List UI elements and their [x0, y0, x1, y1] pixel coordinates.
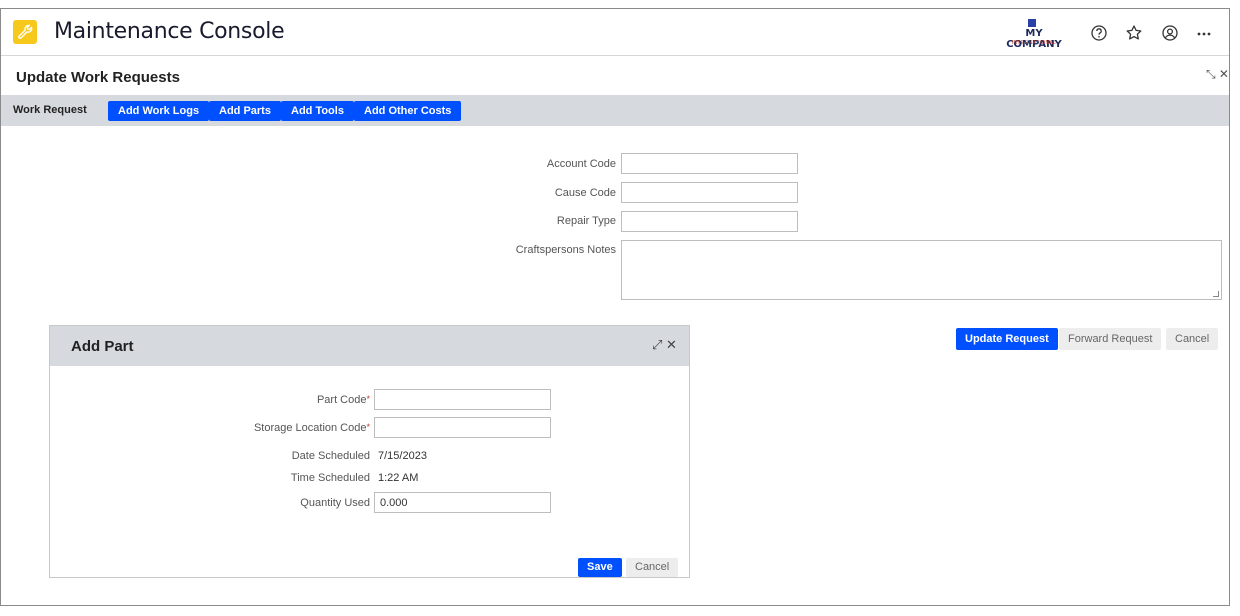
- company-logo: MY COMPANY INTERNATIONAL: [996, 19, 1072, 50]
- app-header: Maintenance Console MY COMPANY INTERNATI…: [1, 9, 1229, 56]
- add-part-dialog: Add Part ⤢ ✕ Part Code* Storage Location…: [49, 325, 690, 578]
- quantity-used-input[interactable]: [374, 492, 551, 513]
- date-scheduled-label: Date Scheduled: [291, 450, 370, 462]
- dialog-header: Add Part ⤢ ✕: [50, 326, 689, 366]
- repair-type-label: Repair Type: [556, 215, 616, 227]
- part-code-input[interactable]: [374, 389, 551, 410]
- page-title-bar: Update Work Requests ⤡ ✕: [1, 57, 1229, 95]
- help-icon[interactable]: [1089, 23, 1109, 43]
- cause-code-input[interactable]: [621, 182, 798, 203]
- quantity-used-label: Quantity Used: [300, 497, 370, 509]
- required-mark: *: [366, 422, 370, 432]
- account-code-input[interactable]: [621, 153, 798, 174]
- dialog-window-controls[interactable]: ⤢ ✕: [652, 337, 677, 353]
- add-parts-button[interactable]: Add Parts: [209, 101, 281, 121]
- add-tools-button[interactable]: Add Tools: [281, 101, 354, 121]
- update-request-button[interactable]: Update Request: [956, 328, 1058, 350]
- app-window: Maintenance Console MY COMPANY INTERNATI…: [0, 8, 1230, 606]
- building-icon: [1028, 19, 1036, 27]
- page-title: Update Work Requests: [16, 69, 180, 86]
- repair-type-input[interactable]: [621, 211, 798, 232]
- page-window-controls[interactable]: ⤡ ✕: [1206, 67, 1229, 82]
- craftspersons-notes-textarea[interactable]: [621, 240, 1222, 300]
- storage-location-code-label: Storage Location Code*: [253, 422, 370, 434]
- app-title: Maintenance Console: [54, 19, 285, 44]
- save-button[interactable]: Save: [578, 558, 622, 577]
- time-scheduled-value: 1:22 AM: [378, 472, 419, 484]
- tab-bar: Work Request Add Work Logs Add Parts Add…: [1, 95, 1229, 126]
- company-sub: INTERNATIONAL: [1011, 40, 1057, 46]
- forward-request-button[interactable]: Forward Request: [1059, 328, 1162, 350]
- account-code-label: Account Code: [546, 158, 616, 170]
- dialog-title: Add Part: [71, 338, 134, 355]
- date-scheduled-value: 7/15/2023: [378, 450, 427, 462]
- favorites-icon[interactable]: [1124, 23, 1144, 43]
- more-icon[interactable]: [1194, 23, 1214, 43]
- tab-work-request[interactable]: Work Request: [13, 104, 87, 116]
- cancel-button[interactable]: Cancel: [1166, 328, 1219, 350]
- wrench-icon[interactable]: [13, 20, 37, 44]
- user-icon[interactable]: [1160, 23, 1180, 43]
- add-work-logs-button[interactable]: Add Work Logs: [108, 101, 210, 121]
- required-mark: *: [366, 394, 370, 404]
- cause-code-label: Cause Code: [554, 187, 616, 199]
- time-scheduled-label: Time Scheduled: [290, 472, 370, 484]
- add-other-costs-button[interactable]: Add Other Costs: [354, 101, 462, 121]
- storage-location-code-input[interactable]: [374, 417, 551, 438]
- craftspersons-notes-label: Craftspersons Notes: [515, 244, 616, 256]
- dialog-cancel-button[interactable]: Cancel: [626, 558, 679, 577]
- resize-handle-icon[interactable]: [1213, 291, 1219, 297]
- company-name: MY COMPANY: [1006, 28, 1062, 50]
- part-code-label: Part Code*: [316, 394, 370, 406]
